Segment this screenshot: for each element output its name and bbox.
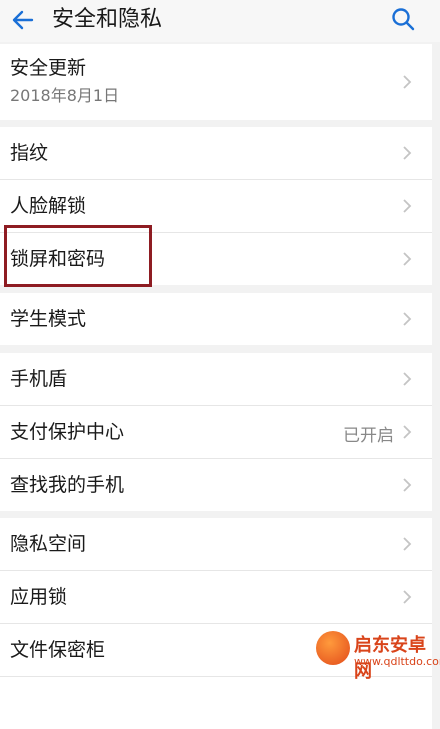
list-item-student-mode[interactable]: 学生模式 <box>0 293 432 345</box>
list-item-label: 安全更新 <box>10 57 87 79</box>
list-item-subtitle: 2018年8月1日 <box>10 86 120 105</box>
list-item-label: 应用锁 <box>10 586 68 608</box>
list-item-label: 隐私空间 <box>10 533 87 555</box>
watermark: 启东安卓网 www.qdlttdo.com <box>310 627 440 693</box>
chevron-right-icon <box>403 199 412 213</box>
list-item-label: 指纹 <box>10 142 49 164</box>
chevron-right-icon <box>403 312 412 326</box>
group-phone-security: 手机盾 支付保护中心 已开启 查找我的手机 <box>0 353 432 511</box>
chevron-right-icon <box>403 75 412 89</box>
watermark-logo-icon <box>316 631 350 665</box>
chevron-right-icon <box>403 478 412 492</box>
chevron-right-icon <box>403 590 412 604</box>
chevron-right-icon <box>403 372 412 386</box>
list-item-payment-protection[interactable]: 支付保护中心 已开启 <box>0 406 432 459</box>
list-item-phone-shield[interactable]: 手机盾 <box>0 353 432 406</box>
list-item-label: 支付保护中心 <box>10 421 125 443</box>
watermark-url: www.qdlttdo.com <box>354 655 440 668</box>
list-item-label: 文件保密柜 <box>10 639 106 661</box>
page-title: 安全和隐私 <box>52 7 163 32</box>
list-item-label: 查找我的手机 <box>10 474 125 496</box>
list-item-label: 手机盾 <box>10 368 68 390</box>
highlight-box <box>4 225 152 287</box>
group-security-update: 安全更新 2018年8月1日 <box>0 44 432 120</box>
chevron-right-icon <box>403 252 412 266</box>
app-header: 安全和隐私 <box>0 0 440 42</box>
list-item-find-my-phone[interactable]: 查找我的手机 <box>0 459 432 511</box>
list-item-app-lock[interactable]: 应用锁 <box>0 571 432 624</box>
list-item-fingerprint[interactable]: 指纹 <box>0 127 432 180</box>
chevron-right-icon <box>403 537 412 551</box>
chevron-right-icon <box>403 146 412 160</box>
group-student-mode: 学生模式 <box>0 293 432 345</box>
group-privacy: 隐私空间 应用锁 文件保密柜 <box>0 518 432 729</box>
list-item-label: 学生模式 <box>10 308 87 330</box>
list-item-security-update[interactable]: 安全更新 2018年8月1日 <box>0 44 432 120</box>
status-value: 已开启 <box>343 426 394 446</box>
chevron-right-icon <box>403 425 412 439</box>
list-item-private-space[interactable]: 隐私空间 <box>0 518 432 571</box>
search-icon[interactable] <box>390 6 416 32</box>
list-item-label: 人脸解锁 <box>10 195 87 217</box>
back-arrow-icon[interactable] <box>10 7 36 33</box>
